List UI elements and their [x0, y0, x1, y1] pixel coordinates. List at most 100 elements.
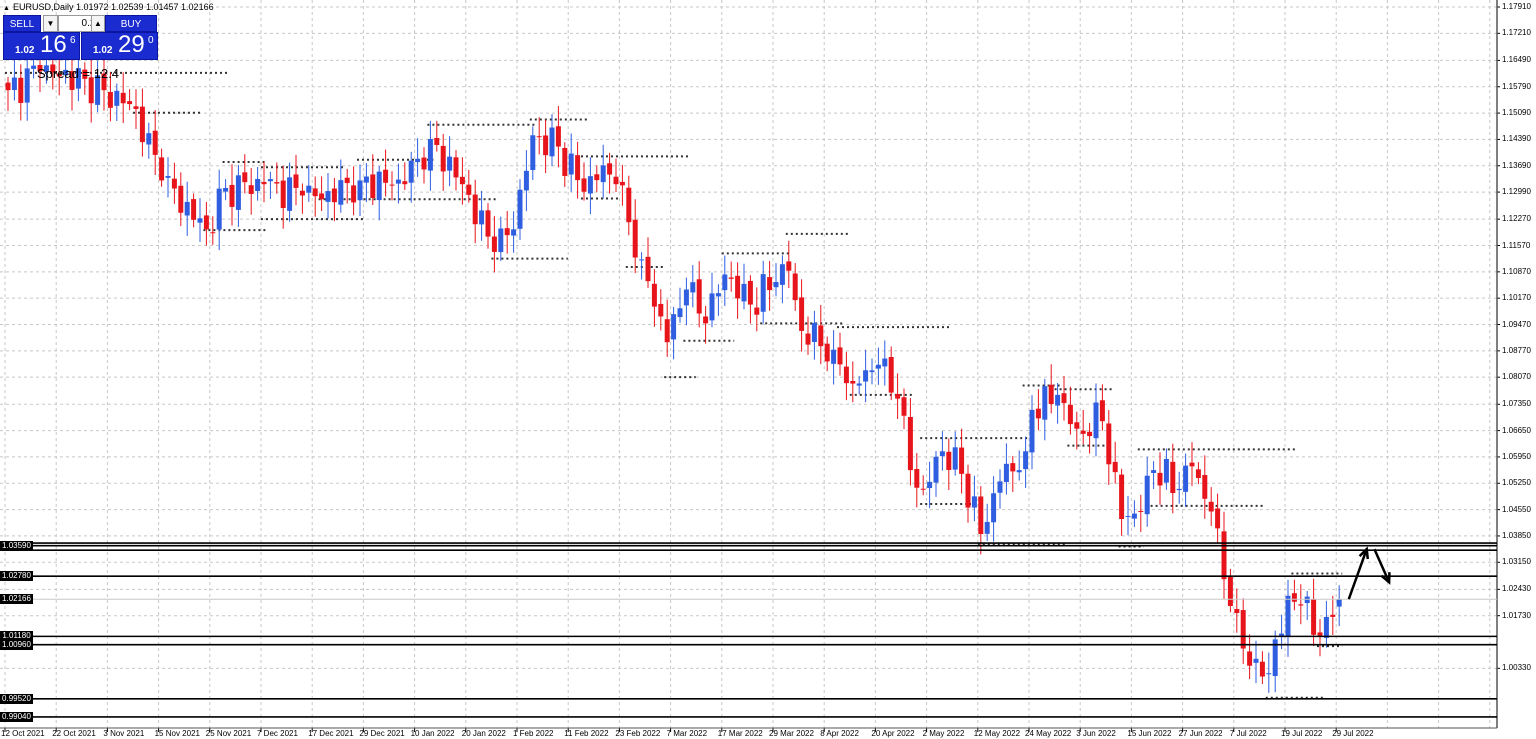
candle-body [415, 158, 421, 163]
date-tick-label: 17 Dec 2021 [308, 729, 354, 738]
sell-price-pips: 16 [40, 31, 67, 58]
candle-body [619, 181, 625, 186]
date-tick-label: 29 Jul 2022 [1332, 729, 1374, 738]
candle-body [1189, 462, 1195, 467]
candle-body [607, 163, 613, 175]
candle-body [1087, 431, 1093, 437]
candle-body [741, 283, 747, 302]
candle-body [293, 174, 299, 188]
candle-body [453, 157, 459, 178]
candle-body [555, 126, 561, 147]
candle-body [216, 188, 222, 230]
candle-body [683, 289, 689, 306]
candle-body [1176, 488, 1182, 491]
candle-body [856, 383, 862, 386]
candle-body [651, 283, 657, 307]
price-tick-label: 1.08070 [1502, 372, 1531, 382]
date-tick-label: 1 Feb 2022 [513, 729, 554, 738]
candle-body [223, 187, 229, 192]
price-tick-label: 1.05250 [1502, 478, 1531, 488]
candle-body [376, 171, 382, 201]
candle-body [1029, 409, 1035, 453]
candle-body [331, 188, 337, 203]
candle-body [779, 264, 785, 285]
candle-body [1240, 610, 1246, 649]
candle-body [978, 496, 984, 535]
candle-body [786, 261, 792, 271]
candle-body [146, 133, 152, 145]
candle-body [594, 174, 600, 181]
candle-body [1266, 673, 1272, 675]
candle-body [658, 303, 664, 317]
candle-body [690, 282, 696, 293]
lot-increase-button[interactable]: ▲ [91, 15, 105, 32]
candle-body [939, 451, 945, 457]
candle-body [562, 147, 568, 176]
candle-body [504, 228, 510, 236]
price-tick-label: 1.15090 [1502, 108, 1531, 118]
candle-body [1074, 422, 1080, 429]
lot-decrease-button[interactable]: ▼ [43, 15, 58, 32]
candle-body [133, 106, 139, 109]
candle-body [792, 273, 798, 301]
candle-body [1061, 393, 1067, 404]
candle-body [1003, 463, 1009, 483]
candle-body [843, 366, 849, 384]
price-tick-label: 1.02430 [1502, 584, 1531, 594]
candle-body [882, 358, 888, 367]
candle-body [1311, 599, 1317, 635]
candle-body [818, 325, 824, 347]
candle-body [1131, 513, 1137, 519]
candle-body [1048, 384, 1054, 405]
candle-body [11, 77, 17, 91]
one-click-trading-panel: SELL ▼ ▲ BUY 1.02 16 6 1.02 29 0 [3, 15, 159, 61]
price-tick-label: 1.11570 [1502, 240, 1531, 250]
sell-price-button[interactable]: 1.02 16 6 [3, 31, 80, 60]
candle-body [267, 179, 273, 182]
candle-body [997, 481, 1003, 493]
date-tick-label: 29 Dec 2021 [359, 729, 405, 738]
candle-body [107, 91, 113, 108]
candle-body [799, 297, 805, 331]
candle-body [952, 447, 958, 470]
candle-body [1067, 404, 1073, 425]
candle-body [728, 277, 734, 279]
candle-body [581, 178, 587, 192]
price-tick-label: 1.16490 [1502, 55, 1531, 65]
date-tick-label: 7 Dec 2021 [257, 729, 298, 738]
candle-body [965, 473, 971, 508]
candle-body [319, 193, 325, 200]
date-tick-label: 25 Nov 2021 [205, 729, 252, 738]
candle-body [1125, 516, 1131, 518]
candle-body [299, 190, 305, 196]
collapse-triangle-icon[interactable]: ▲ [3, 5, 10, 12]
date-tick-label: 7 Jul 2022 [1229, 729, 1267, 738]
candle-body [1157, 472, 1163, 486]
price-tick-label: 1.03850 [1502, 530, 1531, 540]
buy-button[interactable]: BUY [105, 15, 157, 32]
sell-button[interactable]: SELL [3, 15, 41, 32]
candle-body [447, 156, 453, 171]
candle-body [901, 397, 907, 416]
date-tick-label: 10 Jan 2022 [410, 729, 455, 738]
level-price-label: 0.99520 [0, 693, 33, 704]
candle-body [869, 370, 875, 373]
candle-body [760, 274, 766, 312]
candle-body [696, 279, 702, 314]
price-tick-label: 1.13690 [1502, 160, 1531, 170]
candle-body [152, 130, 158, 155]
candle-body [357, 180, 363, 201]
candle-body [203, 215, 209, 230]
price-tick-label: 1.12270 [1502, 214, 1531, 224]
candle-body [1208, 501, 1214, 512]
candle-body [1170, 461, 1176, 494]
date-tick-label: 15 Jun 2022 [1127, 729, 1172, 738]
price-chart[interactable] [0, 0, 1536, 739]
candle-body [434, 138, 440, 145]
date-tick-label: 11 Feb 2022 [564, 729, 609, 738]
arrow-line [1347, 548, 1368, 600]
candle-body [1042, 386, 1048, 420]
candle-body [927, 481, 933, 489]
buy-price-button[interactable]: 1.02 29 0 [81, 31, 158, 60]
price-tick-label: 1.04550 [1502, 504, 1531, 514]
